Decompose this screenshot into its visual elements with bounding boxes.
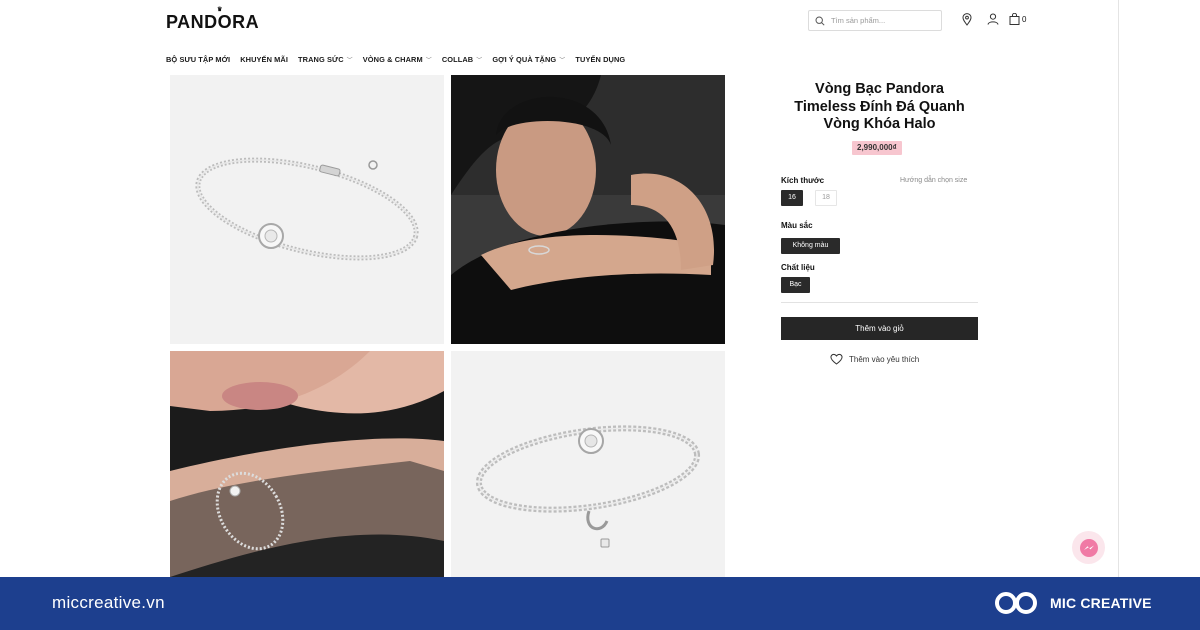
section-divider (781, 302, 978, 303)
material-option[interactable]: Bạc (781, 277, 810, 293)
nav-item-gift-ideas[interactable]: GỢI Ý QUÀ TẶNG ﹀ (492, 55, 565, 64)
pandora-logo[interactable]: ♛ PANDORA (166, 7, 260, 33)
crown-icon: ♛ (217, 7, 223, 13)
cart-count: 0 (1022, 15, 1027, 24)
location-pin-icon[interactable] (962, 13, 972, 26)
footer-brand: MIC CREATIVE (994, 589, 1152, 617)
messenger-icon (1079, 538, 1098, 557)
product-title-line: Timeless Đính Đá Quanh (794, 98, 965, 115)
nav-label: GỢI Ý QUÀ TẶNG (492, 55, 557, 64)
chevron-down-icon: ﹀ (476, 58, 483, 64)
nav-label: VÒNG & CHARM (362, 55, 423, 64)
nav-label: BỘ SƯU TẬP MỚI (166, 55, 231, 64)
page-edge-rule (1118, 0, 1119, 577)
logo-text: PANDORA (166, 12, 260, 32)
product-page: ♛ PANDORA 0 BỘ SƯU TẬP MỚI KHUYẾN MÃI TR… (0, 0, 1200, 630)
color-option[interactable]: Không màu (781, 238, 840, 254)
nav-item-careers[interactable]: TUYỂN DỤNG (575, 55, 625, 64)
nav-item-new-collection[interactable]: BỘ SƯU TẬP MỚI (166, 55, 230, 64)
price-badge: 2,990,000₫ (852, 141, 902, 155)
search-box[interactable] (808, 10, 942, 31)
product-title: Vòng Bạc Pandora Timeless Đính Đá Quanh … (781, 81, 978, 134)
product-image-bracelet-top[interactable] (170, 75, 444, 344)
nav-item-promotions[interactable]: KHUYẾN MÃI (240, 55, 288, 64)
product-title-line: Vòng Khóa Halo (823, 116, 936, 132)
messenger-chat-button[interactable] (1072, 531, 1105, 564)
size-label: Kích thước (781, 176, 825, 185)
search-input[interactable] (831, 16, 931, 25)
product-title-line: Vòng Bạc Pandora (815, 81, 944, 97)
user-icon[interactable] (987, 13, 999, 25)
chevron-down-icon: ﹀ (346, 58, 353, 64)
heart-icon (830, 353, 843, 365)
footer-url[interactable]: miccreative.vn (52, 593, 165, 613)
shopping-bag-icon[interactable] (1009, 13, 1020, 25)
model-image-wrist-closeup[interactable] (170, 351, 444, 577)
add-to-wishlist-button[interactable]: Thêm vào yêu thích (830, 353, 919, 365)
chevron-down-icon: ﹀ (425, 58, 432, 64)
nav-item-bracelets-charms[interactable]: VÒNG & CHARM ﹀ (363, 55, 432, 64)
chevron-down-icon: ﹀ (559, 58, 566, 64)
nav-label: COLLAB (441, 55, 474, 64)
color-label: Màu sắc (781, 221, 813, 230)
footer-banner: miccreative.vn MIC CREATIVE (0, 577, 1200, 630)
nav-label: TRANG SỨC (298, 55, 344, 64)
search-icon (815, 15, 825, 26)
nav-label: TUYỂN DỤNG (575, 55, 626, 64)
footer-brand-name: MIC CREATIVE (1050, 595, 1152, 611)
size-option-16[interactable]: 16 (781, 190, 803, 206)
size-guide-link[interactable]: Hướng dẫn chọn size (900, 177, 967, 184)
nav-item-collab[interactable]: COLLAB ﹀ (442, 55, 483, 64)
size-option-18[interactable]: 18 (815, 190, 837, 206)
wishlist-label: Thêm vào yêu thích (849, 354, 920, 364)
nav-label: KHUYẾN MÃI (240, 55, 289, 64)
add-to-cart-button[interactable]: Thêm vào giỏ (781, 317, 978, 340)
mic-creative-logo-icon (995, 592, 1037, 614)
product-image-bracelet-clasp[interactable] (451, 351, 725, 577)
main-nav: BỘ SƯU TẬP MỚI KHUYẾN MÃI TRANG SỨC ﹀ VÒN… (166, 55, 625, 64)
material-label: Chất liệu (781, 263, 815, 272)
model-image-portrait[interactable] (451, 75, 725, 344)
nav-item-jewelry[interactable]: TRANG SỨC ﹀ (298, 55, 353, 64)
